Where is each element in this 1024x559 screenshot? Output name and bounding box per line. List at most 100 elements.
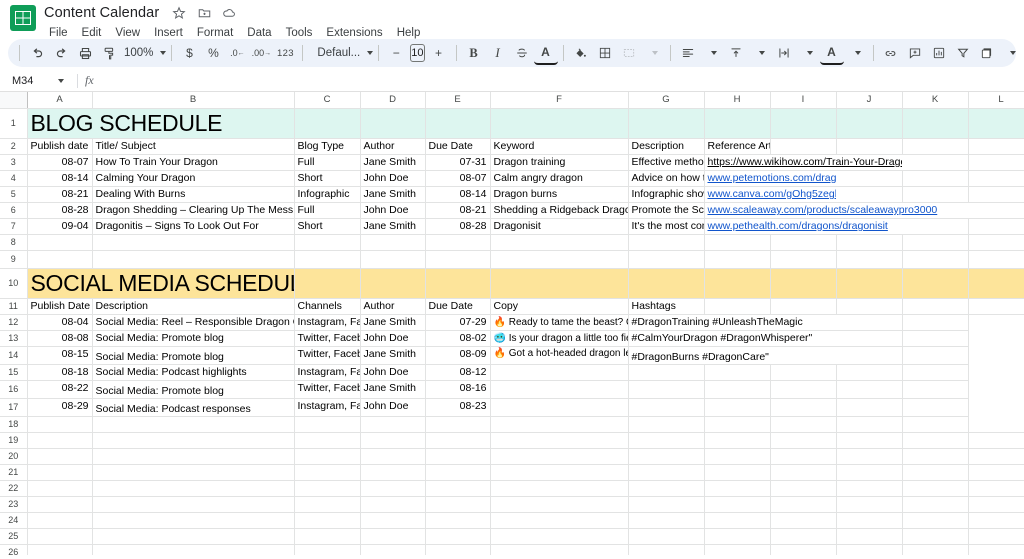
table-row[interactable]: 9 [0, 250, 1024, 269]
blog-type[interactable]: Infographic [294, 186, 361, 203]
menu-item-extensions[interactable]: Extensions [319, 26, 389, 40]
social-header-author[interactable]: Author [360, 298, 426, 315]
social-header-copy[interactable]: Copy [490, 298, 629, 315]
cell-i18[interactable] [770, 416, 837, 433]
cell-k11[interactable] [902, 298, 969, 315]
row-header-5[interactable]: 5 [0, 186, 28, 203]
row-header-14[interactable]: 14 [0, 346, 28, 365]
menu-item-view[interactable]: View [108, 26, 147, 40]
cell-e26[interactable] [425, 544, 491, 555]
cell-a26[interactable] [27, 544, 93, 555]
blog-author[interactable]: Jane Smith [360, 218, 426, 235]
table-row[interactable]: 13 08-08 Social Media: Promote blog Twit… [0, 330, 1024, 347]
star-icon[interactable] [170, 4, 188, 22]
cell-f22[interactable] [490, 480, 629, 497]
blog-author[interactable]: John Doe [360, 170, 426, 187]
cell-l24[interactable] [968, 512, 1024, 529]
table-row[interactable]: 15 08-18 Social Media: Podcast highlight… [0, 364, 1024, 381]
table-row[interactable]: 1 BLOG SCHEDULE [0, 108, 1024, 139]
cell-k8[interactable] [902, 234, 969, 251]
social-publish-date[interactable]: 08-29 [27, 398, 93, 417]
cell-l8[interactable] [968, 234, 1024, 251]
reference-link[interactable]: www.canva.com/gOhg5zegbe [708, 188, 837, 200]
table-row[interactable]: 5 08-21 Dealing With Burns Infographic J… [0, 186, 1024, 203]
menu-item-help[interactable]: Help [390, 26, 428, 40]
cell-j8[interactable] [836, 234, 903, 251]
social-due-date[interactable]: 08-02 [425, 330, 491, 347]
social-channels[interactable]: Twitter, Facebo [294, 346, 361, 365]
cell-j25[interactable] [836, 528, 903, 545]
cell-h24[interactable] [704, 512, 771, 529]
blog-author[interactable]: Jane Smith [360, 154, 426, 171]
table-row[interactable]: 23 [0, 496, 1024, 513]
cell-a23[interactable] [27, 496, 93, 513]
text-wrap-icon[interactable] [772, 41, 796, 65]
blog-header-blog-type[interactable]: Blog Type [294, 138, 361, 155]
cell-f26[interactable] [490, 544, 629, 555]
text-color-button[interactable]: A [533, 41, 558, 65]
cell-c20[interactable] [294, 448, 361, 465]
cell-c10[interactable] [294, 268, 361, 299]
cell-l14[interactable] [902, 346, 969, 365]
social-header-channels[interactable]: Channels [294, 298, 361, 315]
cell-k24[interactable] [902, 512, 969, 529]
reference-link[interactable]: https://www.wikihow.com/Train-Your-Drago… [708, 156, 903, 168]
social-description[interactable]: Social Media: Promote blog [92, 380, 295, 399]
blog-description[interactable]: Infographic showi [628, 186, 705, 203]
blog-description[interactable]: Advice on how to [628, 170, 705, 187]
cell-g21[interactable] [628, 464, 705, 481]
reference-link[interactable]: www.pethealth.com/dragons/dragonisit [708, 220, 888, 232]
blog-publish-date[interactable]: 08-21 [27, 186, 93, 203]
text-rotation-icon[interactable]: A [819, 41, 844, 65]
row-header-6[interactable]: 6 [0, 202, 28, 219]
blog-header-author[interactable]: Author [360, 138, 426, 155]
cell-c8[interactable] [294, 234, 361, 251]
cell-j16[interactable] [770, 380, 837, 399]
cell-j4[interactable] [836, 170, 903, 187]
social-channels[interactable]: Twitter, Facebo [294, 330, 361, 347]
row-header-9[interactable]: 9 [0, 250, 28, 269]
cell-d26[interactable] [360, 544, 426, 555]
vertical-align-icon[interactable] [724, 41, 748, 65]
social-channels[interactable]: Twitter, Facebo [294, 380, 361, 399]
comment-icon[interactable] [903, 41, 927, 65]
cell-d18[interactable] [360, 416, 426, 433]
row-header-22[interactable]: 22 [0, 480, 28, 497]
cell-g23[interactable] [628, 496, 705, 513]
cell-l26[interactable] [968, 544, 1024, 555]
blog-publish-date[interactable]: 08-14 [27, 170, 93, 187]
table-row[interactable]: 4 08-14 Calming Your Dragon Short John D… [0, 170, 1024, 187]
column-header-d[interactable]: D [360, 92, 426, 109]
zoom-control[interactable]: 100% [121, 41, 167, 65]
cell-a20[interactable] [27, 448, 93, 465]
cell-g22[interactable] [628, 480, 705, 497]
cell-l18[interactable] [968, 416, 1024, 433]
blog-keyword[interactable]: Dragon burns [490, 186, 629, 203]
social-channels[interactable]: Instagram, Fac [294, 314, 361, 331]
cell-d8[interactable] [360, 234, 426, 251]
table-row[interactable]: 17 08-29 Social Media: Podcast responses… [0, 398, 1024, 417]
blog-reference-article[interactable]: https://www.wikihow.com/Train-Your-Drago… [704, 154, 903, 171]
cell-i22[interactable] [770, 480, 837, 497]
cell-i1[interactable] [770, 108, 837, 139]
blog-due-date[interactable]: 08-14 [425, 186, 491, 203]
menu-item-tools[interactable]: Tools [279, 26, 320, 40]
cell-d19[interactable] [360, 432, 426, 449]
cell-l21[interactable] [968, 464, 1024, 481]
cell-i26[interactable] [770, 544, 837, 555]
font-size-input[interactable]: 10 [410, 44, 425, 62]
social-copy[interactable]: 🥶 Is your dragon a little too fier [490, 330, 629, 347]
social-header-publish-date[interactable]: Publish Date [27, 298, 93, 315]
cell-d24[interactable] [360, 512, 426, 529]
column-header-k[interactable]: K [902, 92, 969, 109]
blog-due-date[interactable]: 08-07 [425, 170, 491, 187]
blog-reference-article[interactable]: www.pethealth.com/dragons/dragonisit [704, 218, 902, 235]
social-hashtags[interactable] [628, 398, 705, 417]
text-wrap-chevron-icon[interactable] [796, 41, 820, 65]
filter-views-icon[interactable] [975, 41, 999, 65]
decrease-decimal-button[interactable]: .0 ← [225, 41, 249, 65]
table-row[interactable]: 26 [0, 544, 1024, 555]
cell-j17[interactable] [770, 398, 837, 417]
filter-views-chevron-icon[interactable] [999, 41, 1017, 65]
paint-format-icon[interactable] [97, 41, 121, 65]
